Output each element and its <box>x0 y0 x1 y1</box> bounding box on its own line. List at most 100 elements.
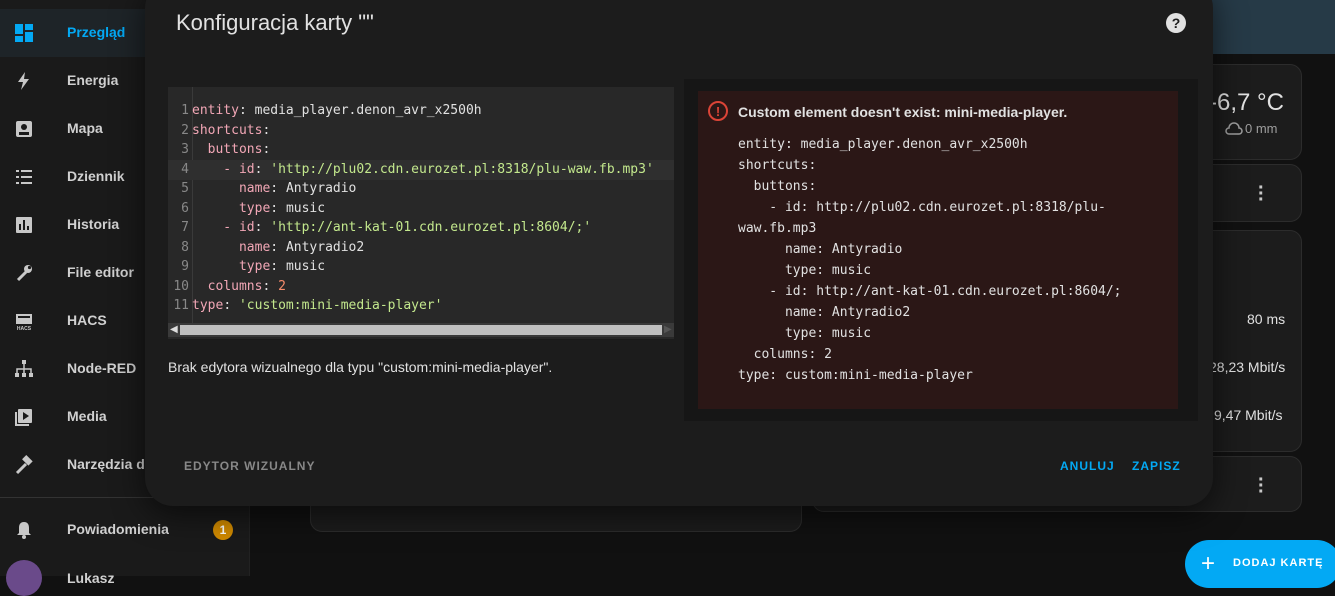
error-config-line: name: Antyradio <box>738 242 903 257</box>
code-text: name: Antyradio2 <box>192 238 364 258</box>
save-button[interactable]: ZAPISZ <box>1132 459 1181 473</box>
code-text: buttons: <box>192 140 278 160</box>
user-name: Lukasz <box>67 570 115 586</box>
error-config-line: type: music <box>738 263 872 278</box>
scroll-left-icon[interactable]: ◀ <box>170 324 178 335</box>
yaml-key: id <box>238 161 255 177</box>
wrench-icon <box>12 261 36 285</box>
sidebar-item-label: Przegląd <box>67 24 126 40</box>
code-text: entity: media_player.denon_avr_x2500h <box>192 101 482 121</box>
hacs-icon: HACS <box>12 309 36 333</box>
more-icon[interactable]: · · · <box>1258 470 1265 502</box>
error-title: Custom element doesn't exist: mini-media… <box>738 104 1068 120</box>
yaml-value: 'http://ant-kat-01.cdn.eurozet.pl:8604/;… <box>270 220 592 235</box>
sidebar-item-label: Mapa <box>67 120 103 136</box>
yaml-key: entity <box>192 103 239 118</box>
sidebar-item-label: File editor <box>67 264 134 280</box>
error-config-line: waw.fb.mp3 <box>738 221 817 236</box>
code-line[interactable]: 11 type: 'custom:mini-media-player' <box>168 296 674 316</box>
sidebar-item-label: Powiadomienia <box>67 521 169 537</box>
yaml-key: name <box>238 239 271 255</box>
code-indent: - <box>192 220 239 235</box>
visual-editor-button[interactable]: EDYTOR WIZUALNY <box>184 459 315 473</box>
horizontal-scrollbar[interactable]: ◀ ▶ <box>168 323 674 337</box>
error-config-line: type: custom:mini-media-player <box>738 368 973 383</box>
line-number: 4 <box>181 161 189 177</box>
upload-value: 9,47 Mbit/s <box>1214 407 1283 423</box>
sidebar-item-label: Dziennik <box>67 168 125 184</box>
error-config-line: - id: http://plu02.cdn.eurozet.pl:8318/p… <box>738 200 1106 215</box>
yaml-colon: : <box>270 181 286 196</box>
code-text: columns: 2 <box>192 277 286 297</box>
error-config-line: - id: http://ant-kat-01.cdn.eurozet.pl:8… <box>738 284 1122 299</box>
map-icon <box>12 117 36 141</box>
yaml-value: music <box>285 200 326 216</box>
sidebar-item-label: Narzędzia de <box>67 456 153 472</box>
sidebar-item-label: Historia <box>67 216 120 232</box>
yaml-key: shortcuts <box>192 122 263 138</box>
yaml-key: type <box>238 200 271 216</box>
code-line[interactable]: 3 buttons: <box>168 140 674 160</box>
code-text: - id: 'http://plu02.cdn.eurozet.pl:8318/… <box>192 160 654 180</box>
scrollbar-thumb[interactable] <box>180 325 662 335</box>
yaml-colon: : <box>262 142 279 157</box>
svg-text:HACS: HACS <box>17 326 32 331</box>
yaml-value: music <box>285 259 326 274</box>
yaml-code-editor[interactable]: 1 entity: media_player.denon_avr_x2500h 2 s… <box>168 87 674 339</box>
avatar[interactable] <box>6 560 42 596</box>
code-line[interactable]: 4 - id: 'http://plu02.cdn.eurozet.pl:831… <box>168 159 674 180</box>
cloud-icon <box>1225 122 1243 141</box>
yaml-value: media_player.denon_avr_x2500h <box>254 103 482 118</box>
yaml-colon: : <box>262 122 279 138</box>
code-line[interactable]: 2 shortcuts: <box>168 121 674 141</box>
sidebar-item-label: Energia <box>67 72 119 88</box>
bell-icon <box>12 518 36 542</box>
code-line[interactable]: 1 entity: media_player.denon_avr_x2500h <box>168 101 674 121</box>
code-indent: - <box>192 161 239 177</box>
line-number: 9 <box>181 259 189 274</box>
code-text: - id: 'http://ant-kat-01.cdn.eurozet.pl:… <box>192 218 591 238</box>
line-number: 3 <box>181 142 189 157</box>
no-visual-editor-message: Brak edytora wizualnego dla typu "custom… <box>168 359 553 375</box>
download-value: 28,23 Mbit/s <box>1209 359 1286 375</box>
yaml-value: 'http://plu02.cdn.eurozet.pl:8318/plu-wa… <box>270 161 654 177</box>
error-config-line: shortcuts: <box>738 158 817 173</box>
line-number: 1 <box>181 103 189 118</box>
sidebar-item-label: Node-RED <box>67 360 137 376</box>
ping-value: 80 ms <box>1247 311 1286 327</box>
line-number: 10 <box>173 278 189 294</box>
line-number: 2 <box>181 122 189 138</box>
code-line[interactable]: 10 columns: 2 <box>168 277 674 297</box>
add-card-button[interactable]: + DODAJ KARTĘ <box>1185 540 1335 588</box>
chart-icon <box>12 213 36 237</box>
code-line[interactable]: 8 name: Antyradio2 <box>168 238 674 258</box>
error-config-line: name: Antyradio2 <box>738 305 911 320</box>
dialog-title: Konfiguracja karty "" <box>176 10 374 35</box>
yaml-key: type <box>238 259 271 274</box>
scroll-right-icon[interactable]: ▶ <box>664 324 672 335</box>
yaml-key: id <box>238 220 255 235</box>
code-line[interactable]: 6 type: music <box>168 199 674 219</box>
help-icon[interactable]: ? <box>1166 13 1186 33</box>
line-number: 6 <box>181 200 189 216</box>
temperature-value: -6,7 °C <box>1209 89 1284 116</box>
line-number: 5 <box>181 181 189 196</box>
yaml-colon: : <box>254 220 271 235</box>
cancel-button[interactable]: ANULUJ <box>1060 459 1115 473</box>
more-icon[interactable]: · · · <box>1258 178 1265 210</box>
yaml-value: Antyradio <box>285 181 357 196</box>
code-line[interactable]: 9 type: music <box>168 257 674 277</box>
code-line[interactable]: 7 - id: 'http://ant-kat-01.cdn.eurozet.p… <box>168 218 674 238</box>
line-number: 11 <box>173 298 189 313</box>
yaml-value: Antyradio2 <box>285 239 365 255</box>
code-text: name: Antyradio <box>192 179 356 199</box>
yaml-colon: : <box>262 278 279 294</box>
yaml-key: buttons <box>207 142 263 157</box>
code-line[interactable]: 5 name: Antyradio <box>168 179 674 199</box>
hammer-icon <box>12 453 36 477</box>
yaml-key: columns <box>207 278 263 294</box>
